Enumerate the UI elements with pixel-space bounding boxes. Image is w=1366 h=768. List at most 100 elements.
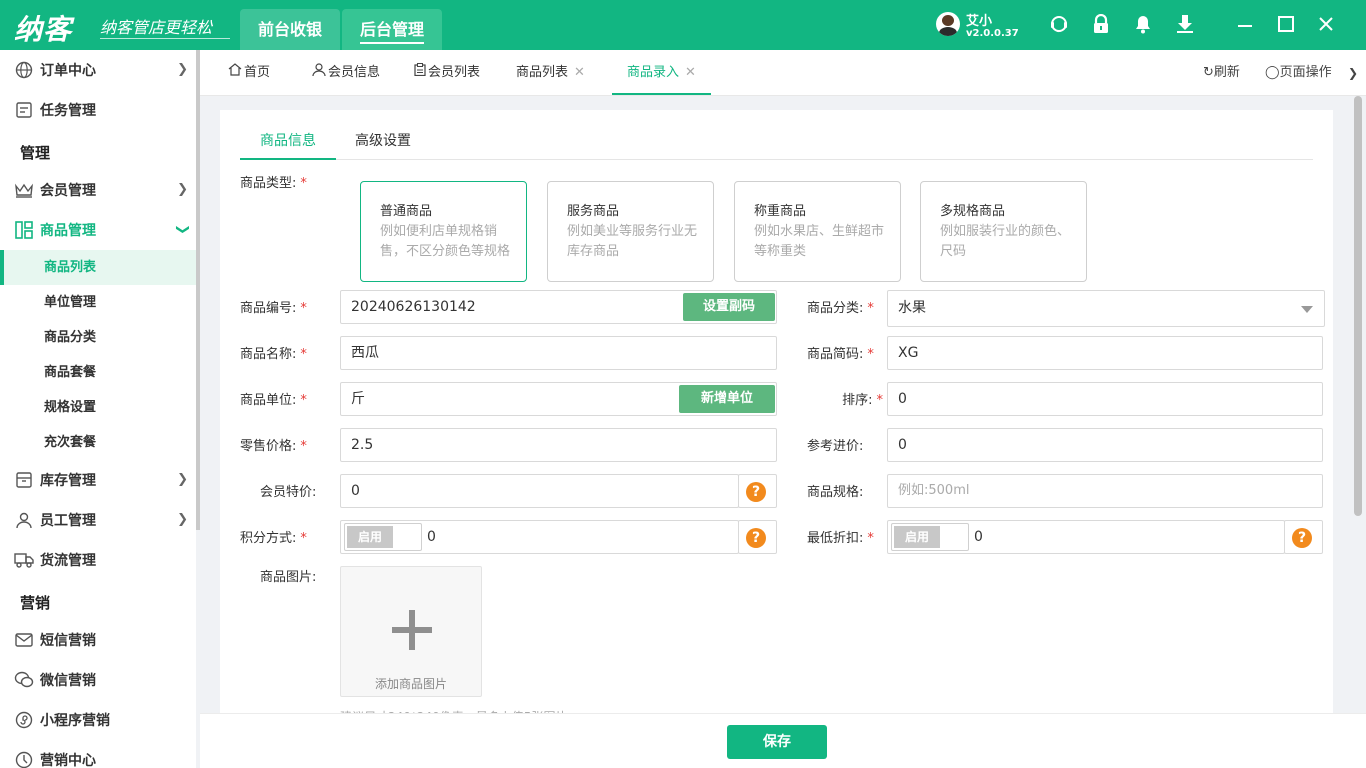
- page-operations-button[interactable]: ◯页面操作: [1265, 50, 1332, 96]
- goods-category-label: 商品分类: *: [807, 301, 874, 316]
- sort-label: 排序: *: [842, 393, 883, 408]
- slogan-underline: [100, 38, 230, 39]
- sidebar-item-marketing-center[interactable]: 营销中心: [0, 740, 196, 768]
- sidebar-item-label: 营销中心: [40, 753, 96, 768]
- sidebar-item-orders[interactable]: 订单中心 ❯: [0, 50, 196, 90]
- tab-goods-entry[interactable]: 商品录入 ✕: [612, 50, 711, 95]
- bell-icon[interactable]: [1132, 14, 1154, 36]
- toggle-label: 启用: [347, 526, 393, 548]
- sidebar-item-label: 短信营销: [40, 633, 96, 649]
- min-discount-label: 最低折扣: *: [807, 531, 874, 546]
- goods-name-label: 商品名称: *: [240, 347, 307, 362]
- sort-input[interactable]: 0: [887, 382, 1323, 416]
- tab-member-list[interactable]: 会员列表: [402, 50, 492, 95]
- form-subtabs: 商品信息 高级设置: [240, 128, 1313, 160]
- goods-spec-input[interactable]: 例如:500ml: [887, 474, 1323, 508]
- close-tab-icon[interactable]: ✕: [574, 65, 585, 80]
- customer-service-icon[interactable]: [1048, 14, 1070, 36]
- sidebar-item-miniprogram[interactable]: 小程序营销: [0, 700, 196, 740]
- sidebar-item-inventory[interactable]: 库存管理 ❯: [0, 460, 196, 500]
- add-image-button[interactable]: 添加商品图片: [340, 566, 482, 697]
- help-icon[interactable]: ?: [746, 482, 766, 502]
- sidebar-item-label: 商品管理: [40, 223, 96, 239]
- clipboard-icon: [414, 63, 426, 80]
- type-card-multi-spec[interactable]: 多规格商品 例如服装行业的颜色、尺码: [920, 181, 1087, 282]
- sidebar-item-label: 货流管理: [40, 553, 96, 569]
- truck-icon: [14, 550, 34, 570]
- category-selected-value: 水果: [898, 300, 926, 316]
- retail-price-input[interactable]: 2.5: [340, 428, 777, 462]
- add-unit-button[interactable]: 新增单位: [679, 385, 775, 413]
- sidebar-item-label: 微信营销: [40, 673, 96, 689]
- help-icon[interactable]: ?: [1292, 528, 1312, 548]
- sidebar-item-wechat[interactable]: 微信营销: [0, 660, 196, 700]
- sidebar-item-members[interactable]: 会员管理 ❯: [0, 170, 196, 210]
- type-card-weighted[interactable]: 称重商品 例如水果店、生鲜超市等称重类: [734, 181, 901, 282]
- tab-label: 会员信息: [328, 65, 381, 80]
- mini-program-icon: [14, 710, 34, 730]
- task-icon: [14, 100, 34, 120]
- chevron-down-icon: ❯: [175, 224, 191, 235]
- tab-bar: 首页 会员信息 会员列表 商品列表 ✕ 商品录入 ✕ ↻刷新 ◯页面操作 ❯: [200, 50, 1366, 96]
- tab-scroll-right-icon[interactable]: ❯: [1348, 50, 1358, 96]
- minimize-icon[interactable]: [1234, 14, 1256, 36]
- goods-unit-label: 商品单位: *: [240, 393, 307, 408]
- sidebar-sub-recharge[interactable]: 充次套餐: [0, 425, 196, 460]
- app-version: v2.0.0.37: [966, 28, 1019, 39]
- sidebar-sub-units[interactable]: 单位管理: [0, 285, 196, 320]
- tab-home[interactable]: 首页: [216, 50, 282, 95]
- sidebar-item-staff[interactable]: 员工管理 ❯: [0, 500, 196, 540]
- sidebar-scrollbar[interactable]: [196, 50, 200, 530]
- sidebar-sub-goods-list[interactable]: 商品列表: [0, 250, 196, 285]
- mail-icon: [14, 630, 34, 650]
- lock-icon[interactable]: [1090, 13, 1112, 36]
- top-nav-cashier[interactable]: 前台收银: [240, 9, 340, 50]
- type-card-service[interactable]: 服务商品 例如美业等服务行业无库存商品: [547, 181, 714, 282]
- save-button[interactable]: 保存: [727, 725, 827, 759]
- sidebar-item-goods[interactable]: 商品管理 ❯: [0, 210, 196, 250]
- home-icon: [228, 63, 242, 80]
- goods-shortcode-input[interactable]: XG: [887, 336, 1323, 370]
- chevron-down-icon: [1301, 306, 1313, 313]
- sidebar-sub-categories[interactable]: 商品分类: [0, 320, 196, 355]
- points-enable-toggle[interactable]: 启用: [344, 523, 422, 551]
- goods-type-label: 商品类型: *: [240, 176, 307, 191]
- tab-label: 商品录入: [627, 65, 680, 80]
- sidebar-section-manage: 管理: [20, 144, 51, 162]
- sidebar-sub-packages[interactable]: 商品套餐: [0, 355, 196, 390]
- plus-icon-vertical: [409, 610, 415, 650]
- type-card-normal[interactable]: 普通商品 例如便利店单规格销售，不区分颜色等规格: [360, 181, 527, 282]
- user-profile[interactable]: 艾小 v2.0.0.37: [936, 10, 1019, 42]
- tab-member-info[interactable]: 会员信息: [300, 50, 392, 95]
- content-scrollbar[interactable]: [1354, 96, 1362, 516]
- page-ops-icon: ◯: [1265, 65, 1280, 80]
- sidebar-sub-specs[interactable]: 规格设置: [0, 390, 196, 425]
- toggle-label: 启用: [894, 526, 940, 548]
- type-card-desc: 例如便利店单规格销售，不区分颜色等规格: [380, 224, 511, 259]
- close-icon[interactable]: [1315, 14, 1337, 36]
- tab-goods-list[interactable]: 商品列表 ✕: [504, 50, 597, 95]
- subtab-advanced[interactable]: 高级设置: [335, 128, 431, 160]
- reference-cost-label: 参考进价:: [807, 439, 864, 454]
- refresh-button[interactable]: ↻刷新: [1203, 50, 1240, 96]
- help-icon[interactable]: ?: [746, 528, 766, 548]
- sidebar-item-tasks[interactable]: 任务管理: [0, 90, 196, 130]
- goods-name-input[interactable]: 西瓜: [340, 336, 777, 370]
- member-price-label: 会员特价:: [260, 485, 317, 500]
- goods-spec-label: 商品规格:: [807, 485, 864, 500]
- sidebar-item-logistics[interactable]: 货流管理: [0, 540, 196, 580]
- top-nav-admin[interactable]: 后台管理: [342, 9, 442, 50]
- reference-cost-input[interactable]: 0: [887, 428, 1323, 462]
- download-icon[interactable]: [1174, 14, 1196, 36]
- user-icon: [312, 63, 326, 80]
- discount-enable-toggle[interactable]: 启用: [891, 523, 969, 551]
- subtab-goods-info[interactable]: 商品信息: [240, 128, 336, 160]
- sidebar: 订单中心 ❯ 任务管理 管理 会员管理 ❯ 商品管理 ❯ 商品列表 单位管理 商…: [0, 50, 196, 768]
- add-image-label: 添加商品图片: [374, 677, 447, 691]
- goods-category-select[interactable]: 水果: [887, 290, 1325, 327]
- maximize-icon[interactable]: [1275, 14, 1297, 36]
- close-tab-icon[interactable]: ✕: [685, 65, 696, 80]
- set-subcode-button[interactable]: 设置副码: [683, 293, 775, 321]
- sidebar-item-sms[interactable]: 短信营销: [0, 620, 196, 660]
- member-price-input[interactable]: 0: [340, 474, 739, 508]
